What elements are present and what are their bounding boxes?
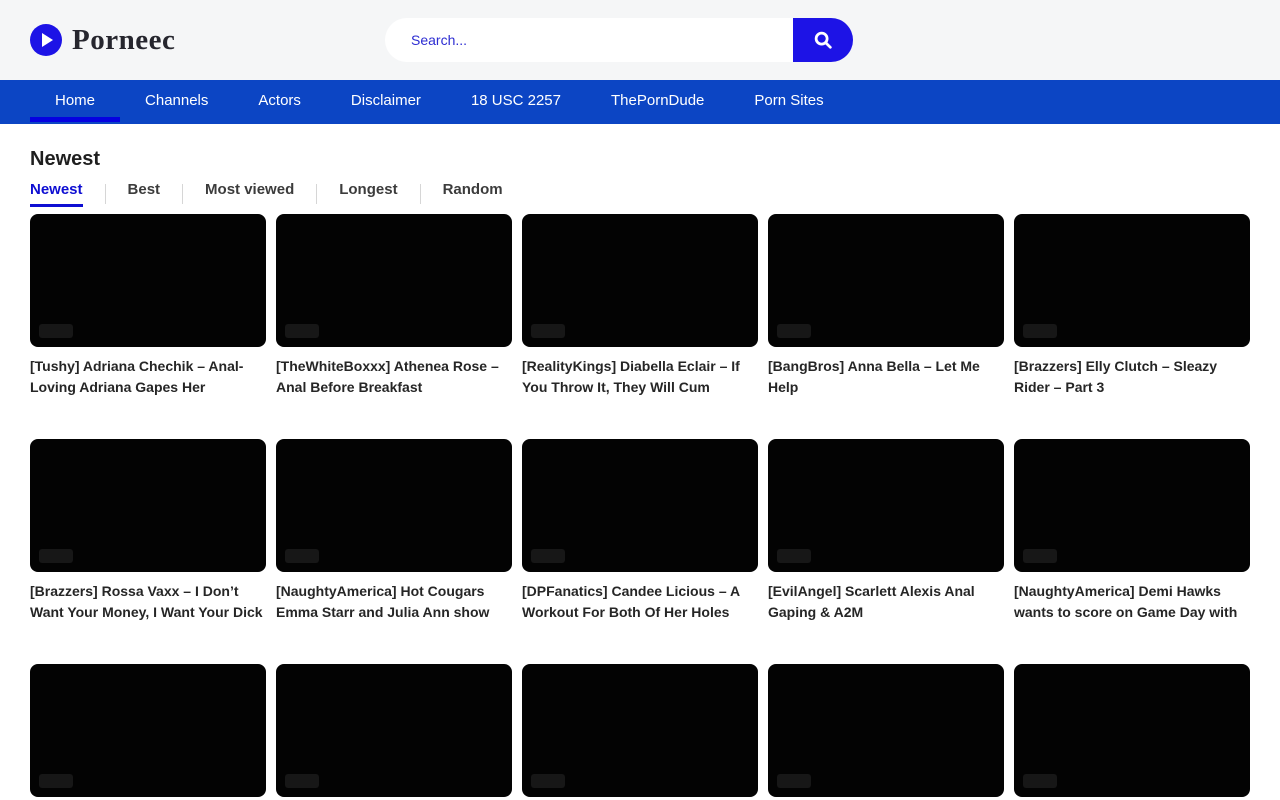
nav-item[interactable]: Porn Sites [729, 80, 848, 122]
video-thumbnail[interactable] [1014, 439, 1250, 572]
video-title-link[interactable]: [DPFanatics] Candee Licious – A Workout … [522, 581, 758, 623]
video-thumbnail[interactable] [1014, 664, 1250, 797]
video-title-link[interactable]: [Brazzers] Elly Clutch – Sleazy Rider – … [1014, 356, 1250, 398]
video-thumbnail[interactable] [30, 664, 266, 797]
play-icon [30, 24, 62, 56]
video-thumbnail[interactable] [768, 439, 1004, 572]
video-card: [NaughtyAmerica] Hot Cougars Emma Starr … [276, 439, 512, 623]
sort-tab[interactable]: Best [105, 184, 183, 204]
sort-tab-label: Most viewed [205, 181, 294, 207]
video-title-link[interactable]: [TheWhiteBoxxx] Athenea Rose – Anal Befo… [276, 356, 512, 398]
search-bar [385, 18, 853, 62]
nav-item[interactable]: 18 USC 2257 [446, 80, 586, 122]
video-title-link[interactable]: [BangBros] Anna Bella – Let Me Help [768, 356, 1004, 398]
video-thumbnail[interactable] [30, 214, 266, 347]
video-title-link[interactable]: [Tushy] Adriana Chechik – Anal-Loving Ad… [30, 356, 266, 398]
nav-item[interactable]: Disclaimer [326, 80, 446, 122]
sort-tab-label: Newest [30, 181, 83, 207]
video-card [276, 664, 512, 800]
duration-badge [531, 774, 565, 788]
video-card: [DPFanatics] Candee Licious – A Workout … [522, 439, 758, 623]
nav-item[interactable]: Channels [120, 80, 233, 122]
duration-badge [285, 774, 319, 788]
duration-badge [1023, 549, 1057, 563]
video-title-link[interactable]: [RealityKings] Diabella Eclair – If You … [522, 356, 758, 398]
video-title-link[interactable]: [EvilAngel] Scarlett Alexis Anal Gaping … [768, 581, 1004, 623]
duration-badge [1023, 324, 1057, 338]
sort-tab-label: Longest [339, 181, 397, 207]
duration-badge [777, 549, 811, 563]
nav-menu: Home Channels Actors Disclaimer 18 USC 2… [0, 80, 1280, 124]
sort-tab-label: Best [128, 181, 161, 207]
video-card: [EvilAngel] Scarlett Alexis Anal Gaping … [768, 439, 1004, 623]
video-card [1014, 664, 1250, 800]
video-thumbnail[interactable] [1014, 214, 1250, 347]
video-card: [TheWhiteBoxxx] Athenea Rose – Anal Befo… [276, 214, 512, 398]
header: Porneec [0, 0, 1280, 80]
search-input[interactable] [385, 18, 793, 62]
logo[interactable]: Porneec [30, 24, 175, 57]
video-title-link[interactable]: [Brazzers] Rossa Vaxx – I Don’t Want You… [30, 581, 266, 623]
main-content: Newest Newest Best Most viewed Longest R… [0, 124, 1280, 800]
duration-badge [1023, 774, 1057, 788]
video-card [768, 664, 1004, 800]
sort-tab[interactable]: Most viewed [182, 184, 316, 204]
duration-badge [285, 549, 319, 563]
page-title: Newest [30, 148, 1250, 171]
duration-badge [285, 324, 319, 338]
video-thumbnail[interactable] [768, 664, 1004, 797]
video-thumbnail[interactable] [276, 664, 512, 797]
logo-text: Porneec [72, 24, 175, 57]
duration-badge [39, 774, 73, 788]
duration-badge [39, 324, 73, 338]
video-thumbnail[interactable] [522, 214, 758, 347]
video-thumbnail[interactable] [276, 214, 512, 347]
duration-badge [531, 324, 565, 338]
video-title-link[interactable]: [NaughtyAmerica] Demi Hawks wants to sco… [1014, 581, 1250, 623]
video-thumbnail[interactable] [276, 439, 512, 572]
sort-tab[interactable]: Random [420, 184, 525, 204]
sort-tab[interactable]: Longest [316, 184, 419, 204]
duration-badge [777, 774, 811, 788]
video-card: [NaughtyAmerica] Demi Hawks wants to sco… [1014, 439, 1250, 623]
video-thumbnail[interactable] [522, 439, 758, 572]
video-card: [Brazzers] Elly Clutch – Sleazy Rider – … [1014, 214, 1250, 398]
video-thumbnail[interactable] [522, 664, 758, 797]
search-button[interactable] [793, 18, 853, 62]
video-title-link[interactable]: [NaughtyAmerica] Hot Cougars Emma Starr … [276, 581, 512, 623]
video-card [522, 664, 758, 800]
main-nav: Home Channels Actors Disclaimer 18 USC 2… [0, 80, 1280, 124]
video-grid: [Tushy] Adriana Chechik – Anal-Loving Ad… [30, 214, 1250, 800]
sort-tab[interactable]: Newest [30, 184, 105, 204]
video-card: [RealityKings] Diabella Eclair – If You … [522, 214, 758, 398]
video-card [30, 664, 266, 800]
nav-item[interactable]: ThePornDude [586, 80, 729, 122]
search-icon [812, 29, 834, 51]
nav-item[interactable]: Home [30, 80, 120, 122]
video-thumbnail[interactable] [768, 214, 1004, 347]
video-thumbnail[interactable] [30, 439, 266, 572]
duration-badge [777, 324, 811, 338]
sort-tab-label: Random [443, 181, 503, 207]
duration-badge [39, 549, 73, 563]
nav-item[interactable]: Actors [233, 80, 326, 122]
sort-tabs: Newest Best Most viewed Longest Random [30, 184, 1250, 204]
duration-badge [531, 549, 565, 563]
video-card: [BangBros] Anna Bella – Let Me Help [768, 214, 1004, 398]
video-card: [Brazzers] Rossa Vaxx – I Don’t Want You… [30, 439, 266, 623]
video-card: [Tushy] Adriana Chechik – Anal-Loving Ad… [30, 214, 266, 398]
